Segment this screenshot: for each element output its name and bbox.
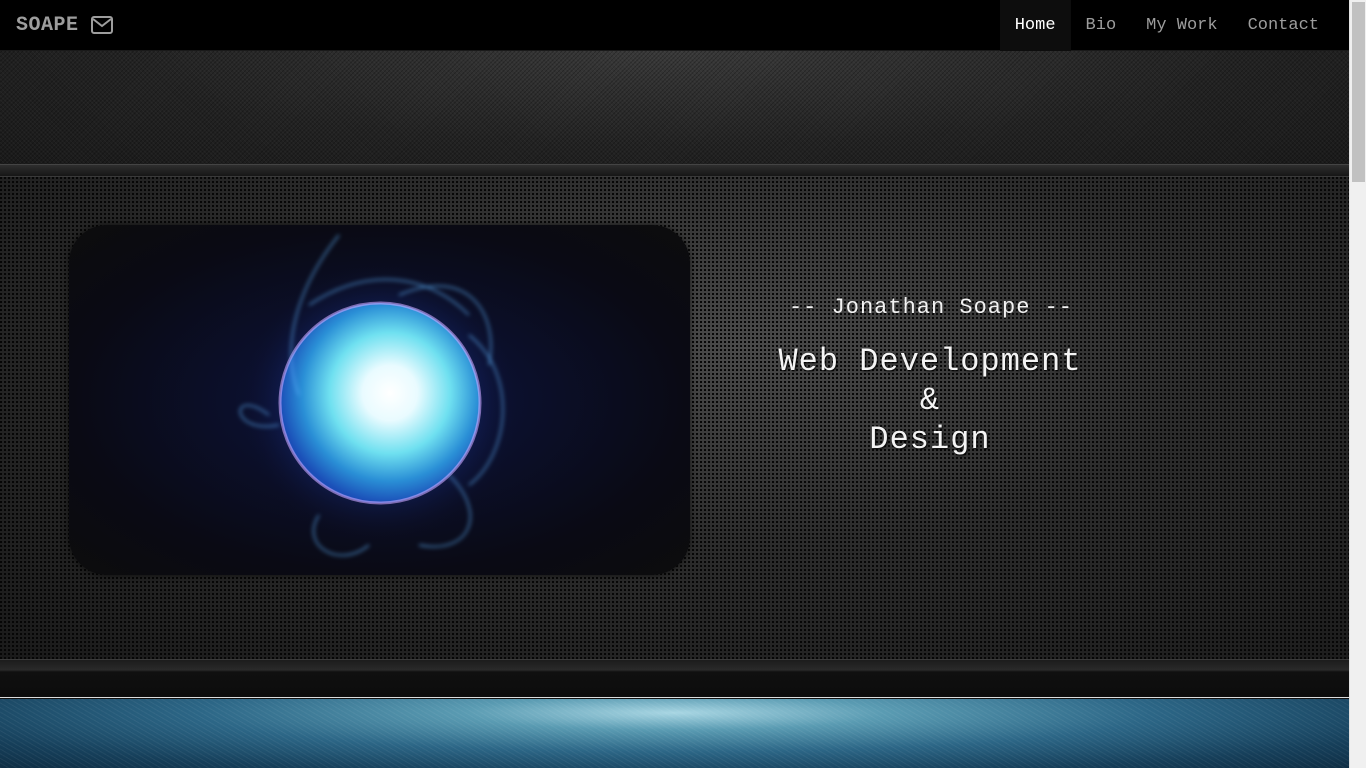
- headline-line-2: &: [919, 382, 941, 419]
- hero-section: -- Jonathan Soape -- Web Development & D…: [0, 177, 1349, 659]
- navbar: SOAPE Home Bio My Work Contact: [0, 0, 1349, 51]
- hero-subtitle: -- Jonathan Soape --: [788, 295, 1074, 320]
- hero-orb-image: [69, 225, 690, 575]
- section-divider: [0, 164, 1349, 177]
- nav-item-contact[interactable]: Contact: [1233, 0, 1334, 51]
- nav-menu: Home Bio My Work Contact: [999, 0, 1334, 51]
- nav-item-home[interactable]: Home: [999, 0, 1071, 51]
- section-divider: [0, 659, 1349, 698]
- hero-text: -- Jonathan Soape -- Web Development & D…: [730, 295, 1130, 459]
- headline-line-1: Web Development: [778, 343, 1082, 380]
- hero-headline: Web Development & Design: [730, 342, 1130, 459]
- envelope-icon[interactable]: [90, 16, 113, 34]
- blue-texture-band: [0, 699, 1349, 768]
- brand-name[interactable]: SOAPE: [16, 14, 79, 37]
- scrollbar-thumb[interactable]: [1352, 2, 1365, 182]
- scrollbar[interactable]: [1349, 0, 1366, 768]
- nav-item-bio[interactable]: Bio: [1071, 0, 1132, 51]
- brand[interactable]: SOAPE: [0, 0, 113, 51]
- top-band: [0, 51, 1349, 164]
- nav-item-my-work[interactable]: My Work: [1131, 0, 1232, 51]
- headline-line-3: Design: [869, 421, 991, 458]
